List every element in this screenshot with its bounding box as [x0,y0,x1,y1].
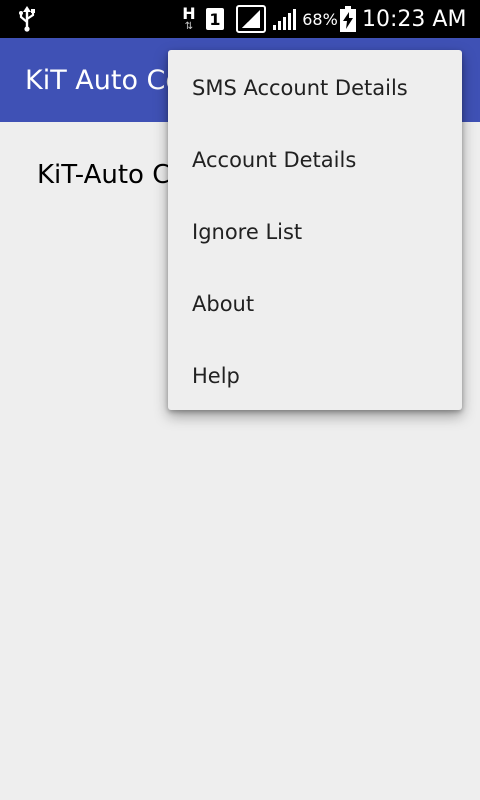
data-transfer-icon: H ⇅ [180,0,198,38]
signal-icon [270,0,298,38]
menu-item-account-details[interactable]: Account Details [168,124,462,196]
status-bar: H ⇅ 1 68% 10:23 AM [0,0,480,38]
battery-percent: 68% [302,9,338,29]
menu-item-about[interactable]: About [168,268,462,340]
signal-icon [233,0,269,38]
menu-item-sms-account-details[interactable]: SMS Account Details [168,52,462,124]
usb-icon [14,0,40,38]
main-heading: KiT-Auto C [37,160,171,190]
overflow-menu: SMS Account Details Account Details Igno… [168,50,462,410]
network-type-label: H [182,4,196,23]
screen: H ⇅ 1 68% 10:23 AM KiT Auto Co KiT-Auto … [0,0,480,800]
sim-slot-label: 1 [206,8,224,30]
battery-charging-icon [338,0,358,38]
app-title: KiT Auto Co [25,65,182,96]
clock: 10:23 AM [362,6,467,32]
menu-item-ignore-list[interactable]: Ignore List [168,196,462,268]
sim-icon: 1 [204,0,226,38]
data-arrows-icon: ⇅ [184,21,194,32]
menu-item-help[interactable]: Help [168,340,462,412]
